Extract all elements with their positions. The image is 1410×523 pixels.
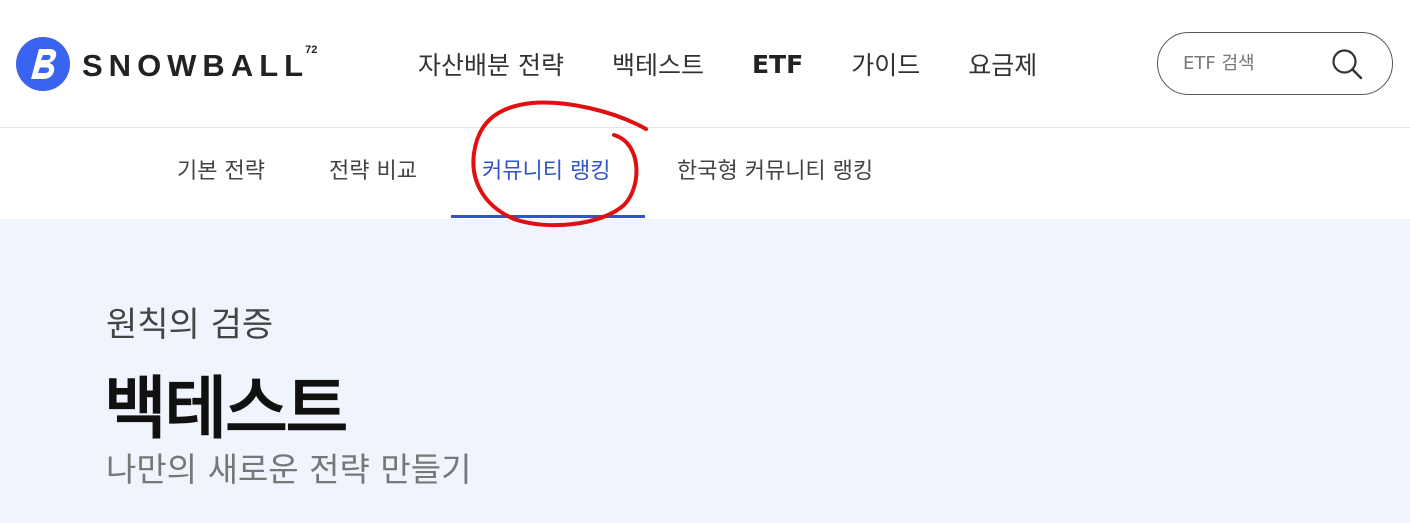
nav-item-backtest[interactable]: 백테스트 (612, 46, 704, 82)
tab-strategy-compare[interactable]: 전략 비교 (329, 128, 417, 219)
active-tab-indicator (451, 215, 645, 218)
search-icon[interactable] (1330, 47, 1364, 81)
nav-item-pricing[interactable]: 요금제 (968, 46, 1037, 82)
nav-item-guide[interactable]: 가이드 (851, 46, 920, 82)
page: SNOWBALL 72 자산배분 전략 백테스트 ETF 가이드 요금제 기본 … (0, 0, 1410, 523)
main-nav: 자산배분 전략 백테스트 ETF 가이드 요금제 (418, 44, 1085, 84)
logo[interactable]: SNOWBALL 72 (14, 36, 321, 92)
logo-superscript: 72 (305, 44, 318, 56)
page-title: 백테스트 (104, 370, 348, 449)
nav-item-etf[interactable]: ETF (752, 50, 803, 79)
search-box (1157, 32, 1393, 95)
site-header: SNOWBALL 72 자산배분 전략 백테스트 ETF 가이드 요금제 (0, 0, 1410, 128)
logo-wordmark: SNOWBALL (82, 48, 310, 83)
hero-banner: 원칙의 검증 백테스트 나만의 새로운 전략 만들기 (0, 219, 1410, 523)
tab-community-ranking[interactable]: 커뮤니티 랭킹 (482, 128, 610, 219)
snowball-logo-icon (16, 37, 70, 91)
hero-subtitle: 나만의 새로운 전략 만들기 (106, 450, 472, 489)
search-input[interactable] (1183, 53, 1323, 74)
hero-eyebrow: 원칙의 검증 (106, 305, 274, 345)
tab-korean-community-ranking[interactable]: 한국형 커뮤니티 랭킹 (677, 128, 873, 219)
nav-item-asset-allocation[interactable]: 자산배분 전략 (418, 46, 564, 82)
tab-basic-strategy[interactable]: 기본 전략 (177, 128, 265, 219)
sub-nav: 기본 전략 전략 비교 커뮤니티 랭킹 한국형 커뮤니티 랭킹 (0, 128, 1410, 219)
